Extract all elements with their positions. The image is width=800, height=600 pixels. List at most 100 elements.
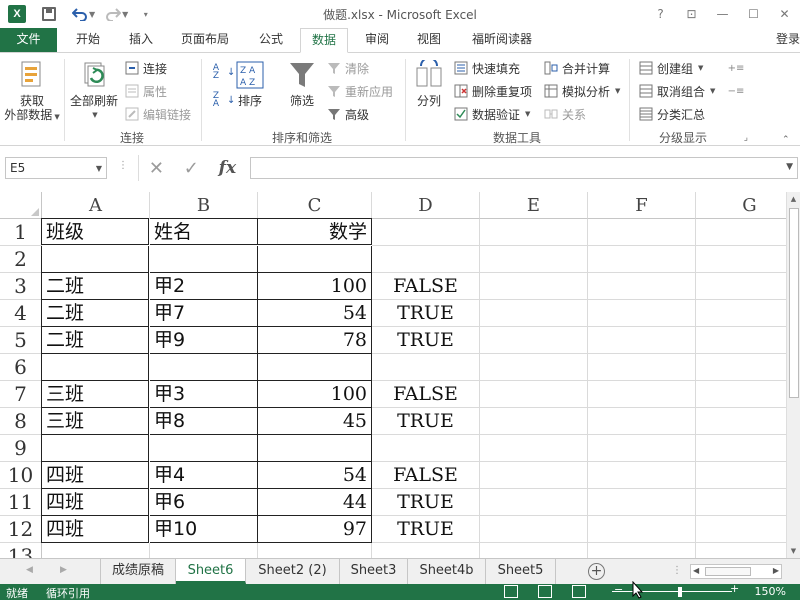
cell-c7[interactable]: 100 — [258, 381, 372, 408]
cell-d11[interactable]: TRUE — [372, 489, 480, 516]
cell-b10[interactable]: 甲4 — [150, 462, 258, 489]
cell-a3[interactable]: 二班 — [41, 273, 149, 300]
cell-c1[interactable]: 数学 — [258, 218, 372, 245]
tab-formulas[interactable]: 公式 — [248, 28, 294, 52]
cell-e2[interactable] — [480, 246, 588, 273]
flash-fill-button[interactable]: 快速填充 — [453, 59, 520, 77]
cell-g5[interactable] — [696, 327, 786, 354]
cell-e13[interactable] — [480, 543, 588, 558]
cell-b4[interactable]: 甲7 — [150, 300, 258, 327]
column-header-c[interactable]: C — [258, 192, 372, 219]
cell-e9[interactable] — [480, 435, 588, 462]
name-box[interactable]: E5 ▼ — [5, 157, 107, 179]
cell-f9[interactable] — [588, 435, 696, 462]
cell-g4[interactable] — [696, 300, 786, 327]
cell-a2[interactable] — [41, 246, 149, 273]
cell-b9[interactable] — [150, 435, 258, 462]
cell-a10[interactable]: 四班 — [41, 462, 149, 489]
refresh-all-button[interactable]: 全部刷新 ▼ — [66, 59, 122, 122]
insert-function-icon[interactable]: fx — [219, 158, 236, 178]
row-header-6[interactable]: 6 — [0, 354, 42, 381]
cell-b6[interactable] — [150, 354, 258, 381]
row-header-4[interactable]: 4 — [0, 300, 42, 327]
column-header-d[interactable]: D — [372, 192, 480, 219]
sheet-tab-sheet6[interactable]: Sheet6 — [176, 559, 246, 584]
name-box-dropdown-icon[interactable]: ▼ — [96, 159, 102, 179]
cell-f13[interactable] — [588, 543, 696, 558]
row-header-8[interactable]: 8 — [0, 408, 42, 435]
column-header-b[interactable]: B — [150, 192, 258, 219]
cell-c6[interactable] — [258, 354, 372, 381]
cell-a1[interactable]: 班级 — [41, 218, 149, 245]
formula-input[interactable]: ▼ — [250, 157, 798, 179]
cell-d1[interactable] — [372, 219, 480, 246]
cell-c8[interactable]: 45 — [258, 408, 372, 435]
cell-g8[interactable] — [696, 408, 786, 435]
tab-review[interactable]: 审阅 — [354, 28, 400, 52]
cell-e5[interactable] — [480, 327, 588, 354]
cell-f4[interactable] — [588, 300, 696, 327]
edit-links-button[interactable]: 编辑链接 — [124, 105, 191, 123]
cell-d3[interactable]: FALSE — [372, 273, 480, 300]
sheet-tab-sheet4b[interactable]: Sheet4b — [408, 559, 486, 584]
cell-b8[interactable]: 甲8 — [150, 408, 258, 435]
outline-dialog-launcher-icon[interactable]: ⌟ — [744, 133, 748, 143]
cell-f12[interactable] — [588, 516, 696, 543]
cell-c10[interactable]: 54 — [258, 462, 372, 489]
properties-button[interactable]: 属性 — [124, 82, 167, 100]
zoom-slider-thumb[interactable] — [678, 587, 682, 597]
cell-g10[interactable] — [696, 462, 786, 489]
hide-detail-icon[interactable]: −≡ — [728, 82, 745, 100]
cell-f5[interactable] — [588, 327, 696, 354]
cell-b12[interactable]: 甲10 — [150, 516, 258, 543]
sheet-tab-sheet5[interactable]: Sheet5 — [486, 559, 556, 584]
maximize-button[interactable]: ☐ — [738, 0, 769, 28]
cell-f11[interactable] — [588, 489, 696, 516]
sheet-tab-sheet2-2[interactable]: Sheet2 (2) — [246, 559, 340, 584]
cell-e1[interactable] — [480, 219, 588, 246]
cell-c2[interactable] — [258, 246, 372, 273]
cell-f3[interactable] — [588, 273, 696, 300]
row-header-3[interactable]: 3 — [0, 273, 42, 300]
horizontal-scroll-thumb[interactable] — [705, 567, 751, 576]
scroll-left-icon[interactable]: ◀ — [693, 566, 699, 575]
cell-e3[interactable] — [480, 273, 588, 300]
cell-f7[interactable] — [588, 381, 696, 408]
scroll-down-icon[interactable]: ▼ — [787, 544, 800, 558]
help-button[interactable]: ? — [645, 0, 676, 28]
minimize-button[interactable]: — — [707, 0, 738, 28]
tab-split-handle[interactable]: ⋮ — [672, 565, 682, 576]
cell-c3[interactable]: 100 — [258, 273, 372, 300]
cell-d7[interactable]: FALSE — [372, 381, 480, 408]
row-header-7[interactable]: 7 — [0, 381, 42, 408]
cell-e8[interactable] — [480, 408, 588, 435]
cell-d10[interactable]: FALSE — [372, 462, 480, 489]
remove-duplicates-button[interactable]: 删除重复项 — [453, 82, 532, 100]
horizontal-scrollbar[interactable]: ◀ ▶ — [690, 564, 782, 579]
page-break-view-icon[interactable] — [572, 585, 586, 598]
cell-f10[interactable] — [588, 462, 696, 489]
cell-f6[interactable] — [588, 354, 696, 381]
cell-a8[interactable]: 三班 — [41, 408, 149, 435]
cell-g13[interactable] — [696, 543, 786, 558]
tab-file[interactable]: 文件 — [0, 28, 57, 52]
cell-e4[interactable] — [480, 300, 588, 327]
cell-g9[interactable] — [696, 435, 786, 462]
cell-a12[interactable]: 四班 — [41, 516, 149, 543]
zoom-level[interactable]: 150% — [755, 585, 786, 598]
tab-foxit-reader[interactable]: 福昕阅读器 — [462, 28, 542, 52]
formula-bar-splitter[interactable]: ⋮ — [118, 160, 128, 171]
cell-g11[interactable] — [696, 489, 786, 516]
cell-a5[interactable]: 二班 — [41, 327, 149, 354]
column-header-e[interactable]: E — [480, 192, 588, 219]
row-header-12[interactable]: 12 — [0, 516, 42, 543]
worksheet-grid[interactable]: A B C D E F G 1 班级 姓名 数学 2 3 二班 甲2 100 FALSE 4 二班 甲7… — [0, 192, 786, 558]
cell-f2[interactable] — [588, 246, 696, 273]
sheet-tab-sheet3[interactable]: Sheet3 — [340, 559, 408, 584]
cell-a13[interactable] — [42, 543, 150, 558]
cell-f8[interactable] — [588, 408, 696, 435]
cell-a6[interactable] — [41, 354, 149, 381]
vertical-scrollbar[interactable]: ▲ ▼ — [786, 192, 800, 558]
subtotal-button[interactable]: 分类汇总 — [638, 105, 705, 123]
zoom-in-icon[interactable]: + — [730, 582, 739, 595]
